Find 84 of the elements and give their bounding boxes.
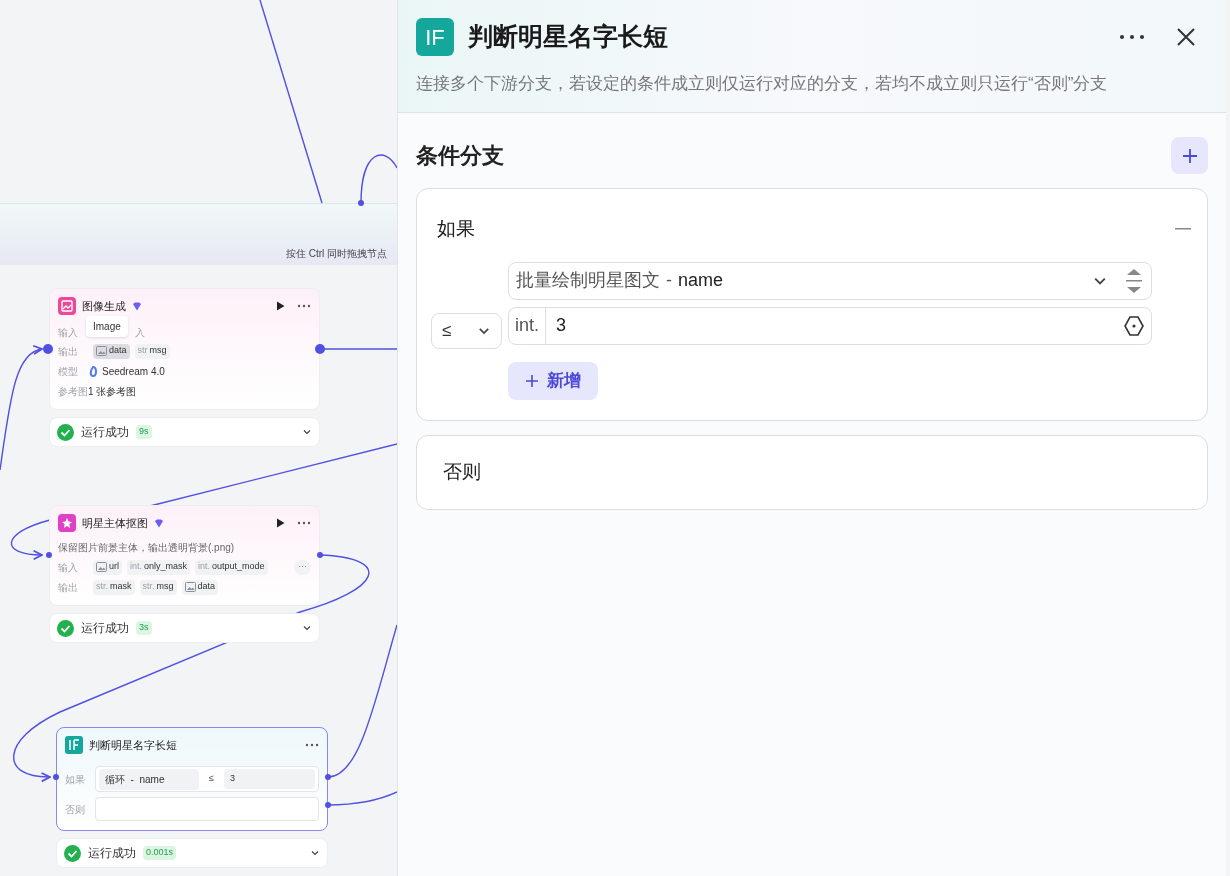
status-bar[interactable]: 运行成功 0.001s: [56, 838, 328, 868]
play-icon[interactable]: [276, 518, 285, 528]
more-button[interactable]: ···: [294, 559, 311, 575]
row-label: 输出: [58, 344, 79, 359]
port-type: str.: [142, 580, 155, 594]
if-logo: IF: [416, 18, 454, 56]
node-card[interactable]: 明星主体抠图 保留图片前景主体，输出透明背景(.png) 输入 url int. only_mask int. output_mode ··· 输出 str. mask str. msg data: [49, 505, 320, 606]
panel-description: 连接多个下游分支，若设定的条件成立则仅运行对应的分支，若均不成立则只运行“否则”分支: [416, 73, 1109, 95]
port-type: str: [137, 344, 148, 358]
row-label: 如果: [65, 772, 86, 787]
more-icon[interactable]: [297, 304, 311, 308]
port-type: int.: [198, 560, 211, 574]
row-label: 输出: [58, 580, 79, 595]
success-icon: [57, 619, 74, 637]
collapse-icon[interactable]: [1175, 228, 1191, 231]
plus-icon: [525, 373, 539, 388]
port-name: only_mask: [144, 560, 188, 574]
condition-variable: 循环 - name: [99, 768, 199, 790]
section-title: 条件分支: [416, 142, 504, 170]
row-text: 入: [135, 325, 145, 340]
port-name: msg: [149, 344, 167, 358]
row-text: 1 张参考图: [88, 384, 137, 399]
image-icon: [58, 297, 76, 315]
duration-badge: 3s: [136, 621, 152, 635]
port-type: int.: [130, 560, 143, 574]
row-label: 输入: [58, 560, 79, 575]
status-bar[interactable]: 运行成功 9s: [49, 417, 320, 447]
variable-source: 批量绘制明星图文: [516, 269, 660, 292]
model-logo-icon: [88, 365, 98, 377]
more-icon[interactable]: [305, 743, 319, 747]
port-name: data: [109, 344, 127, 358]
status-bar[interactable]: 运行成功 3s: [49, 613, 320, 643]
image-icon: [184, 582, 196, 592]
add-condition-button[interactable]: 新增: [508, 361, 598, 400]
status-text: 运行成功: [88, 845, 136, 862]
chevron-down-icon[interactable]: [302, 427, 312, 437]
chevron-down-icon[interactable]: [302, 623, 312, 633]
success-icon: [64, 844, 81, 862]
row-label: 输入: [58, 325, 79, 340]
more-icon[interactable]: [1119, 34, 1145, 40]
port-name: data: [197, 580, 216, 594]
status-text: 运行成功: [81, 424, 129, 441]
chevron-down-icon[interactable]: [310, 848, 320, 858]
duration-badge: 9s: [136, 425, 152, 439]
status-text: 运行成功: [81, 620, 129, 637]
success-icon: [57, 423, 74, 441]
row-label: 模型: [58, 364, 79, 379]
plus-icon: [1181, 147, 1198, 164]
value-text: 3: [556, 314, 567, 337]
value-field[interactable]: int. 3: [508, 306, 1152, 345]
port-type: str.: [96, 580, 108, 594]
node-title: 图像生成: [82, 298, 126, 314]
node-description: 保留图片前景主体，输出透明背景(.png): [58, 541, 236, 555]
image-icon: [96, 346, 107, 356]
node-card[interactable]: 判断明星名字长短 如果 循环 - name ≤ 3 否则: [56, 727, 328, 831]
panel-title: 判断明星名字长短: [468, 21, 668, 53]
add-branch-button[interactable]: [1171, 137, 1208, 174]
operator-select[interactable]: ≤: [431, 312, 502, 349]
variable-name: name: [678, 269, 724, 292]
tooltip: Image: [86, 316, 128, 337]
port-name: msg: [156, 580, 174, 594]
node-title: 明星主体抠图: [82, 515, 148, 531]
branch-label: 如果: [437, 217, 475, 241]
play-icon[interactable]: [276, 301, 285, 311]
variable-select[interactable]: 批量绘制明星图文 - name: [508, 261, 1152, 300]
canvas-hint: 按住 Ctrl 同时拖拽节点: [286, 247, 388, 261]
separator: -: [666, 269, 672, 292]
image-icon: [96, 562, 107, 572]
row-label: 否则: [65, 802, 86, 817]
node-title: 判断明星名字长短: [89, 737, 177, 753]
variable-icon[interactable]: [1123, 314, 1145, 337]
more-icon[interactable]: [297, 521, 311, 525]
port-name: output_mode: [212, 560, 265, 574]
condition-value: 3: [223, 769, 315, 789]
port-name: mask: [110, 580, 132, 594]
close-icon[interactable]: [1177, 28, 1195, 46]
value-type: int.: [509, 307, 546, 344]
if-icon: [65, 736, 83, 754]
condition-operator: ≤: [208, 772, 215, 786]
branch-label: 否则: [443, 459, 481, 484]
port-name: url: [109, 560, 119, 574]
duration-badge: 0.001s: [143, 846, 177, 860]
row-label: 参考图: [58, 384, 88, 399]
model-name: Seedream 4.0: [102, 364, 165, 379]
